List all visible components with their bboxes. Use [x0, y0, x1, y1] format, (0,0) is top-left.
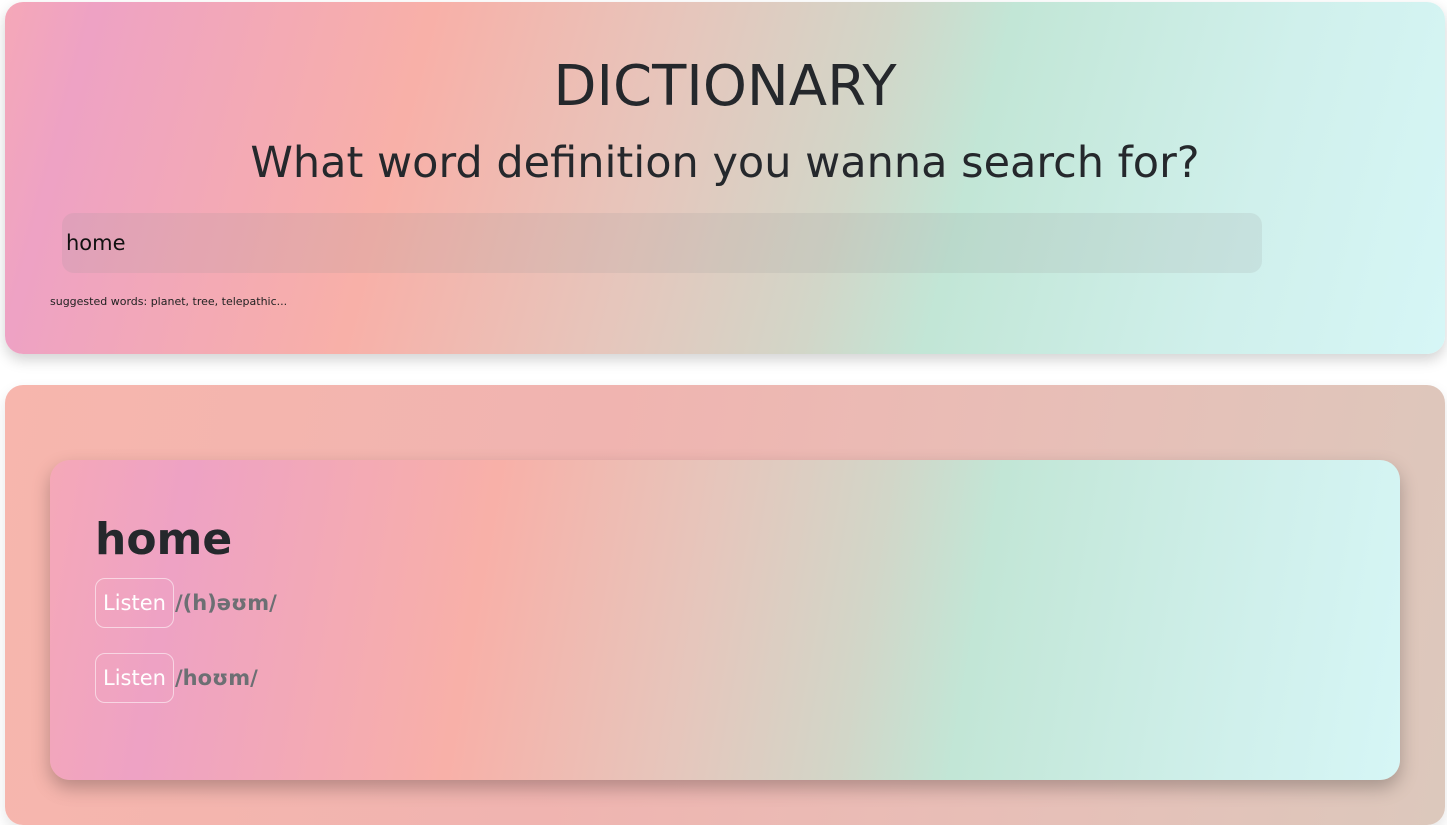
word-card: home Listen /(h)əʊm/ Listen /hoʊm/	[50, 460, 1400, 780]
results-section: home Listen /(h)əʊm/ Listen /hoʊm/	[5, 385, 1445, 825]
search-input[interactable]	[62, 213, 1262, 273]
result-word: home	[95, 514, 233, 565]
listen-button[interactable]: Listen	[95, 578, 174, 628]
listen-button[interactable]: Listen	[95, 653, 174, 703]
phonetic-text: /hoʊm/	[174, 666, 258, 690]
suggested-words-hint: suggested words: planet, tree, telepathi…	[50, 295, 288, 308]
search-header-card: DICTIONARY What word definition you wann…	[5, 2, 1445, 354]
search-prompt: What word definition you wanna search fo…	[250, 138, 1200, 188]
app-title: DICTIONARY	[553, 54, 897, 119]
phonetic-text: /(h)əʊm/	[174, 591, 277, 615]
phonetic-row: Listen /hoʊm/	[95, 653, 258, 703]
phonetic-row: Listen /(h)əʊm/	[95, 578, 277, 628]
